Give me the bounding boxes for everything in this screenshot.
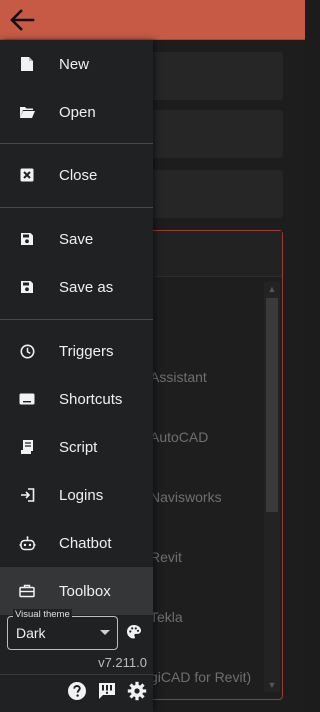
menu-item-shortcuts[interactable]: Shortcuts	[0, 375, 153, 423]
background-list-item: AutoCAD	[150, 429, 209, 445]
scroll-up-icon: ▲	[267, 284, 277, 294]
menu-item-open[interactable]: Open	[0, 88, 153, 136]
chevron-down-icon	[100, 630, 110, 635]
menu-item-label: Chatbot	[59, 534, 112, 552]
help-icon[interactable]	[66, 680, 88, 702]
menu-item-label: Triggers	[59, 342, 114, 360]
menu-item-new[interactable]: New	[0, 40, 153, 88]
menu-item-label: Open	[59, 103, 96, 121]
menu-divider	[0, 319, 153, 320]
menu-item-label: Save as	[59, 278, 114, 296]
menu-item-close[interactable]: Close	[0, 151, 153, 199]
clock-icon	[18, 342, 36, 360]
app-bar	[0, 0, 305, 40]
menu-item-script[interactable]: Script	[0, 423, 153, 471]
palette-icon[interactable]	[126, 624, 144, 642]
menu-item-toolbox[interactable]: Toolbox	[0, 567, 153, 615]
menu-item-label: Script	[59, 438, 98, 456]
background-list-item: Assistant	[150, 369, 207, 385]
menu-item-triggers[interactable]: Triggers	[0, 327, 153, 375]
login-icon	[18, 486, 36, 504]
toolbox-icon	[18, 582, 36, 600]
save-icon	[18, 230, 36, 248]
menu-item-chatbot[interactable]: Chatbot	[0, 519, 153, 567]
menu-divider	[0, 143, 153, 144]
menu-item-label: Logins	[59, 486, 104, 504]
visual-theme-label: Visual theme	[13, 609, 72, 621]
menu-item-label: Close	[59, 166, 98, 184]
background-list-item: Navisworks	[150, 489, 222, 505]
visual-theme-value: Dark	[16, 625, 46, 641]
menu-item-save-as[interactable]: Save as	[0, 263, 153, 311]
menu-item-label: Shortcuts	[59, 390, 123, 408]
footer-divider	[0, 674, 153, 675]
background-list-item: Tekla	[150, 609, 183, 625]
keyboard-icon	[18, 390, 36, 408]
menu-divider	[0, 207, 153, 208]
folder-open-icon	[18, 103, 36, 121]
scroll-down-icon: ▼	[267, 680, 277, 690]
visual-theme-select[interactable]: Visual theme Dark	[7, 609, 118, 650]
background-card	[150, 52, 283, 100]
menu-item-label: Toolbox	[59, 582, 111, 600]
menu-item-label: New	[59, 55, 90, 73]
back-button[interactable]	[6, 6, 38, 34]
arrow-left-icon	[10, 9, 35, 31]
background-card	[150, 170, 283, 218]
close-box-icon	[18, 166, 36, 184]
menu-item-logins[interactable]: Logins	[0, 471, 153, 519]
file-icon	[18, 55, 36, 73]
feedback-icon[interactable]	[96, 680, 118, 702]
menu-item-save[interactable]: Save	[0, 215, 153, 263]
navigation-drawer: New Open Close Save Save as Triggers Sho…	[0, 40, 153, 712]
background-scrollbar: ▲ ▼	[264, 282, 280, 692]
app-version: v7.211.0	[98, 655, 147, 670]
save-as-icon	[18, 278, 36, 296]
robot-icon	[18, 534, 36, 552]
background-card	[150, 110, 283, 158]
script-icon	[18, 438, 36, 456]
menu-item-label: Save	[59, 230, 94, 248]
background-list-item: Revit	[150, 549, 182, 565]
footer-toolbar	[66, 680, 148, 702]
background-list-item: giCAD for Revit)	[150, 669, 252, 685]
settings-icon[interactable]	[126, 680, 148, 702]
